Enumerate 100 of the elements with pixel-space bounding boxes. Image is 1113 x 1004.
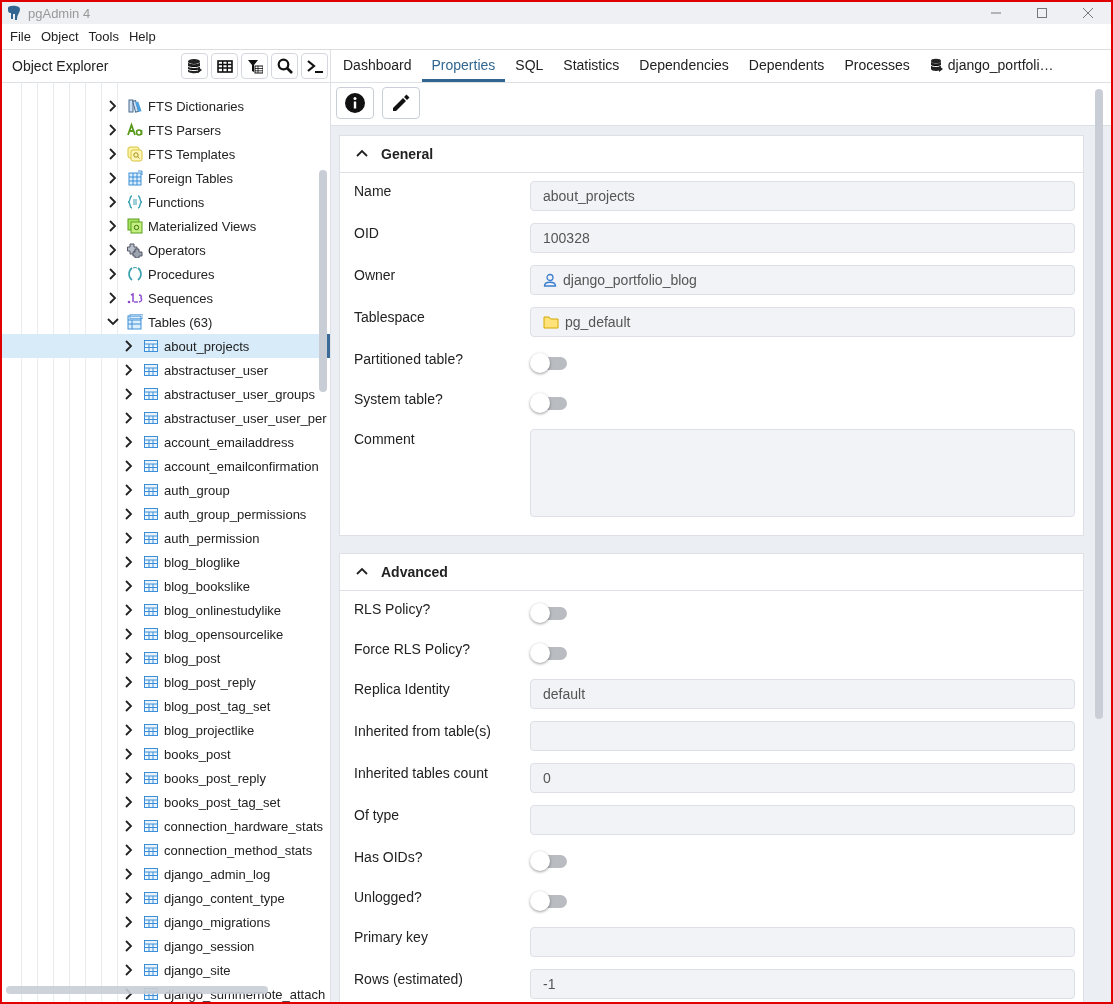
scrollbar-thumb[interactable] (1095, 89, 1103, 719)
tree-item[interactable]: account_emailconfirmation (2, 454, 330, 478)
toolbar-button[interactable] (336, 87, 374, 119)
tree-item[interactable]: django_session (2, 934, 330, 958)
tab[interactable]: SQL (505, 51, 554, 82)
menu-item[interactable]: File (6, 29, 37, 44)
table-icon (143, 530, 159, 546)
scrollbar-thumb[interactable] (319, 170, 327, 392)
tree-item[interactable]: Functions (2, 190, 330, 214)
field-label: System table? (354, 390, 444, 407)
tree-item[interactable]: Foreign Tables (2, 166, 330, 190)
toolbar-button[interactable] (241, 53, 268, 79)
text-field[interactable]: about_projects (530, 181, 1075, 211)
text-field[interactable]: default (530, 679, 1075, 709)
tree-item[interactable]: django_content_type (2, 886, 330, 910)
field-label: Inherited tables count (354, 764, 489, 781)
tree-item[interactable]: blog_post_reply (2, 670, 330, 694)
close-icon[interactable] (1083, 8, 1093, 18)
text-field[interactable]: pg_default (530, 307, 1075, 337)
text-field[interactable]: django_portfolio_blog (530, 265, 1075, 295)
table-icon (127, 170, 143, 186)
table-icon (143, 746, 159, 762)
field-label: Tablespace (354, 308, 426, 325)
tree-item[interactable]: books_post_reply (2, 766, 330, 790)
chevron-icon (123, 964, 135, 976)
toolbar-button[interactable] (211, 53, 238, 79)
toolbar-button[interactable] (301, 53, 328, 79)
chevron-icon (123, 436, 135, 448)
tab[interactable]: Statistics (553, 51, 630, 82)
tree-item[interactable]: FTS Dictionaries (2, 94, 330, 118)
tree-item[interactable]: books_post_tag_set (2, 790, 330, 814)
tree-item[interactable]: connection_method_stats (2, 838, 330, 862)
tree-item[interactable]: account_emailaddress (2, 430, 330, 454)
field-label: Owner (354, 266, 397, 283)
tree-item[interactable]: django_migrations (2, 910, 330, 934)
table-icon (143, 362, 159, 378)
menu-item[interactable]: Tools (84, 29, 125, 44)
tree-item[interactable]: auth_permission (2, 526, 330, 550)
table-icon (143, 578, 159, 594)
tree-item[interactable]: blog_post (2, 646, 330, 670)
tree-item[interactable]: books_post (2, 742, 330, 766)
tree-item[interactable]: auth_group (2, 478, 330, 502)
text-field[interactable] (530, 721, 1075, 751)
tree-item[interactable]: Sequences (2, 286, 330, 310)
text-field[interactable]: 100328 (530, 223, 1075, 253)
tree-item[interactable]: Operators (2, 238, 330, 262)
braces-icon (127, 194, 143, 210)
section-title[interactable]: Advanced (381, 564, 448, 580)
chevron-icon (107, 196, 119, 208)
tree-item[interactable]: Tables (63) (2, 310, 330, 334)
tree-item[interactable]: Procedures (2, 262, 330, 286)
comment-field[interactable] (530, 429, 1075, 517)
tree-item[interactable]: FTS Parsers (2, 118, 330, 142)
tree-item[interactable]: abstractuser_user (2, 358, 330, 382)
chevron-icon (123, 532, 135, 544)
chevron-icon (123, 364, 135, 376)
tree-item[interactable]: blog_bloglike (2, 550, 330, 574)
tree-item[interactable]: blog_projectlike (2, 718, 330, 742)
tree-item[interactable]: auth_group_permissions (2, 502, 330, 526)
maximize-icon[interactable] (1037, 8, 1047, 18)
chevron-icon (123, 796, 135, 808)
tree-item[interactable]: blog_post_tag_set (2, 694, 330, 718)
table-icon (143, 866, 159, 882)
tree-item[interactable]: connection_hardware_stats (2, 814, 330, 838)
tab[interactable]: Properties (421, 51, 506, 82)
tab[interactable]: django_portfoli… (919, 51, 1064, 82)
tree-item[interactable]: blog_opensourcelike (2, 622, 330, 646)
tree-item[interactable]: blog_onlinestudylike (2, 598, 330, 622)
tab[interactable]: Dependents (738, 51, 835, 82)
tree-item[interactable]: django_admin_log (2, 862, 330, 886)
sequence-icon (127, 290, 143, 306)
tree-item[interactable]: django_site (2, 958, 330, 982)
section-title[interactable]: General (381, 146, 434, 162)
tab[interactable]: Processes (834, 51, 920, 82)
chevron-icon (107, 220, 119, 232)
text-field[interactable]: 0 (530, 763, 1075, 793)
chevron-icon (107, 268, 119, 280)
template-icon (127, 146, 143, 162)
toolbar-button[interactable] (181, 53, 208, 79)
text-field[interactable] (530, 805, 1075, 835)
tree-item[interactable]: abstractuser_user_user_per (2, 406, 330, 430)
text-field[interactable]: -1 (530, 969, 1075, 999)
tree-item[interactable]: Materialized Views (2, 214, 330, 238)
tree-item[interactable]: abstractuser_user_groups (2, 382, 330, 406)
chevron-icon (123, 748, 135, 760)
text-field[interactable] (530, 927, 1075, 957)
tree-item[interactable]: about_projects (2, 334, 330, 358)
tree-item[interactable]: FTS Templates (2, 142, 330, 166)
tree-item[interactable]: blog_bookslike (2, 574, 330, 598)
tab[interactable]: Dashboard (333, 51, 422, 82)
menu-item[interactable]: Help (124, 29, 162, 44)
edit-icon (391, 93, 411, 113)
toolbar-button[interactable] (382, 87, 420, 119)
tab[interactable]: Dependencies (629, 51, 739, 82)
menu-item[interactable]: Object (36, 29, 85, 44)
chevron-icon (123, 868, 135, 880)
field-label: Inherited from table(s) (354, 722, 492, 739)
chevron-icon (107, 316, 119, 328)
folder-icon (543, 315, 559, 329)
toolbar-button[interactable] (271, 53, 298, 79)
